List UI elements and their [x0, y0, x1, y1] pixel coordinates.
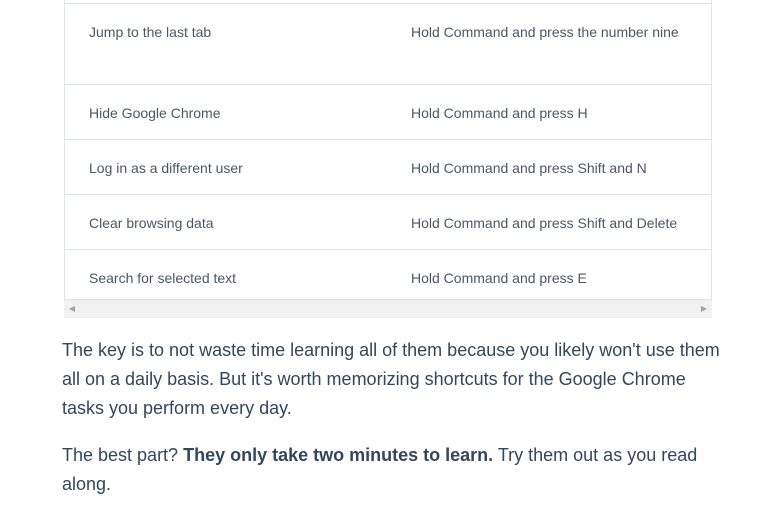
scroll-left-icon[interactable]: ◀: [64, 300, 80, 318]
shortcuts-table: Jump to the last tab Hold Command and pr…: [64, 0, 712, 300]
shortcuts-table-container: Jump to the last tab Hold Command and pr…: [64, 0, 712, 319]
table-row: Hide Google Chrome Hold Command and pres…: [65, 84, 711, 139]
table-cell-shortcut: Hold Command and press Shift and N: [411, 160, 647, 176]
table-row: Clear browsing data Hold Command and pre…: [65, 194, 711, 249]
table-cell-action: Search for selected text: [89, 270, 237, 286]
table-cell-action: Clear browsing data: [89, 215, 214, 231]
table-cell-action: Hide Google Chrome: [89, 105, 221, 121]
table-cell-action: Log in as a different user: [89, 160, 243, 176]
table-cell-shortcut: Hold Command and press H: [411, 105, 588, 121]
paragraph-bold-text: They only take two minutes to learn.: [183, 445, 494, 465]
table-cell-shortcut: Hold Command and press the number nine: [411, 24, 679, 40]
table-row: Search for selected text Hold Command an…: [65, 249, 711, 302]
table-cell-shortcut: Hold Command and press Shift and Delete: [411, 215, 678, 231]
scroll-right-icon[interactable]: ▶: [696, 300, 712, 318]
body-paragraph: The best part? They only take two minute…: [62, 441, 732, 499]
table-cell-action: Jump to the last tab: [89, 24, 212, 40]
table-cell-shortcut: Hold Command and press E: [411, 270, 587, 286]
table-row: Log in as a different user Hold Command …: [65, 139, 711, 194]
paragraph-text: The best part?: [62, 445, 184, 465]
horizontal-scrollbar[interactable]: ◀ ▶: [64, 300, 712, 318]
table-row: Jump to the last tab Hold Command and pr…: [65, 3, 711, 84]
body-paragraph: The key is to not waste time learning al…: [62, 340, 720, 418]
